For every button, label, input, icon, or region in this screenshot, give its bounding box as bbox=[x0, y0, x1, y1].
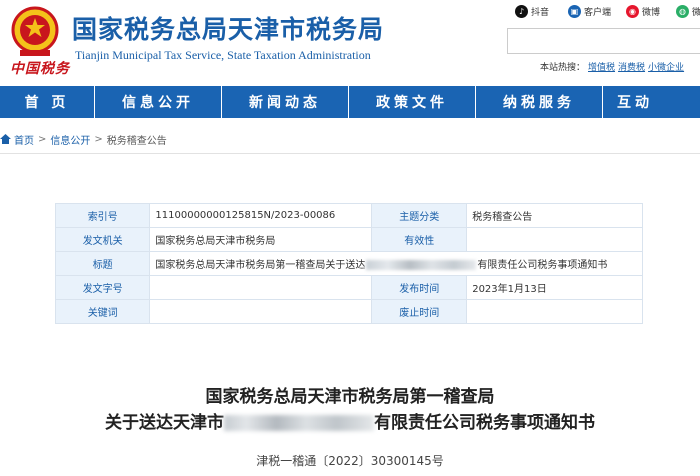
social-tiktok-link[interactable]: ♪ 抖音 bbox=[515, 3, 549, 19]
site-subtitle: Tianjin Municipal Tax Service, State Tax… bbox=[75, 48, 371, 62]
breadcrumb-info[interactable]: 信息公开 bbox=[50, 132, 90, 147]
home-icon bbox=[0, 134, 11, 144]
document-title: 国家税务总局天津市税务局第一稽查局 关于送达天津市 有限责任公司税务事项通知书 bbox=[0, 384, 700, 436]
tax-emblem-icon[interactable] bbox=[8, 4, 62, 60]
social-client-link[interactable]: ▣ 客户端 bbox=[568, 3, 611, 19]
hot-search: 本站热搜： 增值税 消费税 小微企业 bbox=[540, 63, 685, 73]
logo-script: 中国税务 bbox=[10, 61, 70, 77]
nav-interaction[interactable]: 互动 bbox=[603, 86, 663, 118]
hot-link-consumption[interactable]: 消费税 bbox=[618, 63, 645, 73]
metadata-table: 索引号 11100000000125815N/2023-00086 主题分类 税… bbox=[54, 203, 643, 324]
document-title-line1: 国家税务总局天津市税务局第一稽查局 bbox=[205, 387, 495, 407]
breadcrumb-current: 税务稽查公告 bbox=[106, 135, 167, 147]
nav-home[interactable]: 首 页 bbox=[0, 86, 95, 118]
title-cell: 国家税务总局天津市税务局第一稽查局关于送达 有限责任公司税务事项通知书 bbox=[149, 251, 643, 276]
redacted-company bbox=[224, 415, 374, 431]
table-row: 发文字号 发布时间 2023年1月13日 bbox=[54, 275, 643, 300]
divider bbox=[0, 153, 700, 154]
document-number: 津税一稽通〔2022〕30300145号 bbox=[256, 454, 444, 468]
app-client-icon: ▣ bbox=[568, 4, 581, 18]
nav-info-disclosure[interactable]: 信息公开 bbox=[95, 86, 222, 118]
breadcrumb-home[interactable]: 首页 bbox=[14, 132, 34, 147]
nav-policy[interactable]: 政策文件 bbox=[349, 86, 476, 118]
search-input[interactable] bbox=[507, 28, 700, 54]
breadcrumb: 首页 > 信息公开 > 税务稽查公告 bbox=[0, 128, 700, 150]
table-row: 标题 国家税务总局天津市税务局第一稽查局关于送达 有限责任公司税务事项通知书 bbox=[54, 251, 643, 276]
social-wechat-link[interactable]: ◍ 微信 bbox=[676, 3, 700, 19]
social-weibo-link[interactable]: ◉ 微博 bbox=[626, 3, 660, 19]
nav-tax-service[interactable]: 纳税服务 bbox=[476, 86, 603, 118]
site-header: 中国税务 国家税务总局天津市税务局 Tianjin Municipal Tax … bbox=[0, 0, 700, 86]
hot-link-small-business[interactable]: 小微企业 bbox=[648, 63, 684, 73]
table-row: 发文机关 国家税务总局天津市税务局 有效性 bbox=[54, 227, 643, 252]
nav-news[interactable]: 新闻动态 bbox=[222, 86, 349, 118]
document-title-line2: 关于送达天津市 有限责任公司税务事项通知书 bbox=[105, 413, 595, 433]
weibo-icon: ◉ bbox=[626, 4, 639, 18]
tiktok-icon: ♪ bbox=[515, 4, 528, 18]
wechat-icon: ◍ bbox=[676, 4, 689, 18]
table-row: 索引号 11100000000125815N/2023-00086 主题分类 税… bbox=[54, 203, 643, 228]
site-title[interactable]: 国家税务总局天津市税务局 bbox=[72, 10, 384, 46]
main-nav: 首 页 信息公开 新闻动态 政策文件 纳税服务 互动 bbox=[0, 86, 700, 118]
hot-link-vat[interactable]: 增值税 bbox=[588, 63, 615, 73]
table-row: 关键词 废止时间 bbox=[54, 299, 643, 324]
redacted-name bbox=[366, 260, 477, 270]
